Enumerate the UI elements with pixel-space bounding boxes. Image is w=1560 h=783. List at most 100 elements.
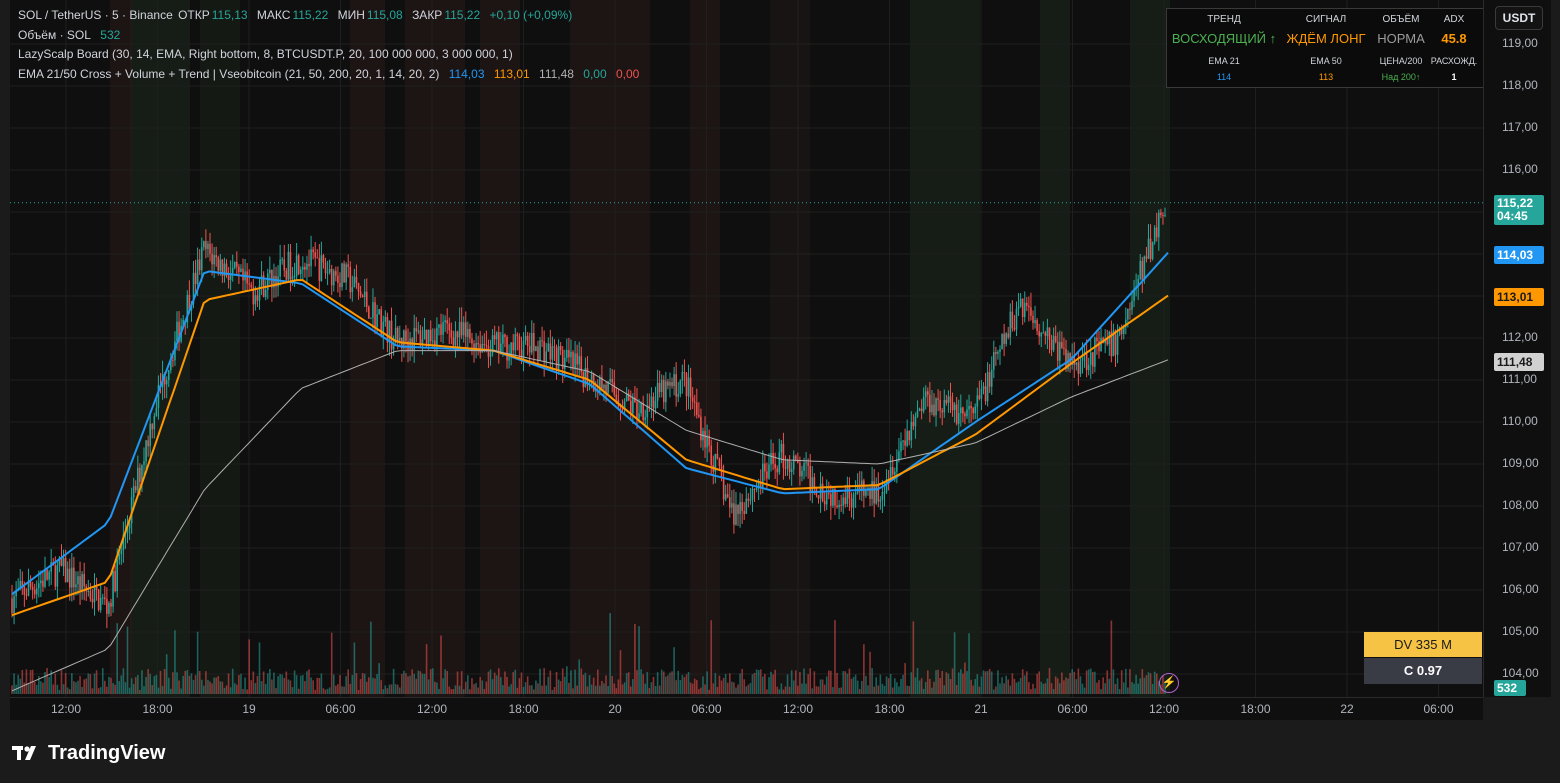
- volume-bar: [706, 671, 708, 694]
- volume-bar: [66, 687, 69, 694]
- volume-bar: [302, 675, 304, 694]
- volume-bar: [714, 673, 717, 694]
- volume-bar: [794, 670, 797, 694]
- volume-bar: [761, 676, 764, 694]
- volume-bar: [83, 679, 85, 694]
- trend-band: [130, 0, 190, 697]
- volume-bar: [139, 689, 141, 694]
- volume-bar: [999, 683, 1001, 694]
- time-axis[interactable]: 12:00 18:00 19 06:00 12:00 18:00 20 06:00 12:00 1…: [10, 697, 1483, 720]
- candle-body: [770, 453, 772, 465]
- time-tick-label: 06:00: [1057, 702, 1088, 716]
- board-subvalue-ema50: 113: [1318, 72, 1334, 82]
- candle-body: [817, 495, 820, 499]
- volume-bar: [229, 687, 232, 694]
- volume-bar: [1017, 681, 1020, 694]
- candle-body: [363, 291, 366, 298]
- board-value-trend: ВОСХОДЯЩИЙ ↑: [1171, 31, 1277, 46]
- candle-body: [1114, 330, 1117, 355]
- candle-body: [570, 351, 572, 358]
- volume-bar: [609, 613, 611, 694]
- candle-body: [269, 269, 271, 274]
- time-tick-label: 06:00: [691, 702, 722, 716]
- volume-bar: [875, 677, 878, 694]
- candle-body: [535, 346, 537, 351]
- volume-bar: [988, 668, 991, 694]
- candle-body: [1151, 242, 1154, 259]
- candle-body: [438, 324, 440, 328]
- volume-bar: [495, 675, 498, 694]
- symbol-title[interactable]: SOL / TetherUS · 5 · Binance: [18, 8, 173, 22]
- volume-bar: [629, 686, 632, 694]
- price-chart[interactable]: [10, 0, 1483, 697]
- candle-body: [722, 478, 725, 500]
- volume-bar: [660, 669, 663, 694]
- candle-body: [755, 488, 758, 490]
- candle-body: [29, 581, 32, 587]
- volume-bar: [467, 675, 469, 694]
- candle-body: [456, 331, 459, 338]
- volume-bar: [213, 677, 215, 694]
- candle-body: [1096, 337, 1098, 342]
- volume-bar: [500, 677, 502, 694]
- candle-body: [1005, 333, 1007, 344]
- volume-bar: [118, 681, 121, 694]
- volume-bar: [242, 688, 244, 694]
- volume-bar: [830, 670, 832, 694]
- volume-bar: [568, 682, 570, 694]
- volume-bar: [407, 676, 409, 694]
- volume-bar: [1059, 683, 1061, 694]
- volume-bar: [1118, 689, 1121, 694]
- volume-bar: [974, 679, 977, 694]
- candle-body: [545, 351, 548, 362]
- volume-bar: [755, 669, 758, 694]
- volume-bar: [728, 673, 731, 694]
- candle-body: [603, 384, 605, 389]
- candle-body: [1034, 320, 1036, 323]
- volume-bar: [687, 671, 690, 694]
- volume-bar: [497, 668, 500, 694]
- price-tick-label: 118,00: [1502, 78, 1538, 92]
- symbol-legend-row[interactable]: SOL / TetherUS · 5 · Binance ОТКР 115,13 …: [18, 6, 641, 26]
- lazyscalp-legend-row[interactable]: LazyScalp Board (30, 14, EMA, Right bott…: [18, 45, 641, 65]
- volume-bar: [194, 675, 197, 694]
- volume-bar: [452, 689, 455, 694]
- volume-bar: [448, 686, 451, 694]
- candle-body: [295, 255, 298, 277]
- chart-pane[interactable]: [10, 0, 1483, 697]
- candle-body: [993, 352, 995, 370]
- lightning-icon[interactable]: ⚡: [1159, 673, 1179, 693]
- currency-unit-button[interactable]: USDT: [1495, 6, 1543, 30]
- candle-body: [23, 586, 26, 595]
- candle-body: [706, 435, 708, 448]
- volume-bar: [842, 670, 845, 694]
- candle-body: [784, 467, 787, 469]
- volume-bar: [553, 687, 556, 694]
- volume-bar: [60, 670, 63, 694]
- volume-bar: [238, 674, 240, 694]
- ema-legend-row[interactable]: EMA 21/50 Cross + Volume + Trend | Vseob…: [18, 65, 641, 85]
- candle-body: [1013, 328, 1016, 330]
- volume-bar: [1135, 674, 1137, 694]
- volume-bar: [563, 676, 566, 694]
- candle-body: [830, 493, 832, 506]
- volume-bar: [912, 621, 915, 694]
- candle-body: [790, 469, 793, 472]
- volume-bar: [813, 671, 816, 694]
- volume-bar: [180, 688, 182, 694]
- candle-body: [964, 413, 966, 417]
- volume-bar: [667, 675, 669, 694]
- candle-body: [656, 382, 659, 401]
- candle-body: [431, 340, 434, 342]
- price-axis[interactable]: 119,00118,00117,00116,00115,00114,00113,…: [1483, 0, 1551, 697]
- candle-body: [543, 341, 545, 362]
- volume-bar: [71, 673, 73, 694]
- candle-body: [106, 599, 108, 614]
- price-tick-label: 112,00: [1502, 330, 1538, 344]
- volume-legend-row[interactable]: Объём · SOL 532: [18, 26, 641, 46]
- candle-body: [116, 559, 118, 592]
- volume-bar: [97, 688, 100, 694]
- volume-bar: [1153, 671, 1156, 694]
- tradingview-logo[interactable]: TradingView: [12, 741, 165, 765]
- volume-bar: [741, 668, 743, 694]
